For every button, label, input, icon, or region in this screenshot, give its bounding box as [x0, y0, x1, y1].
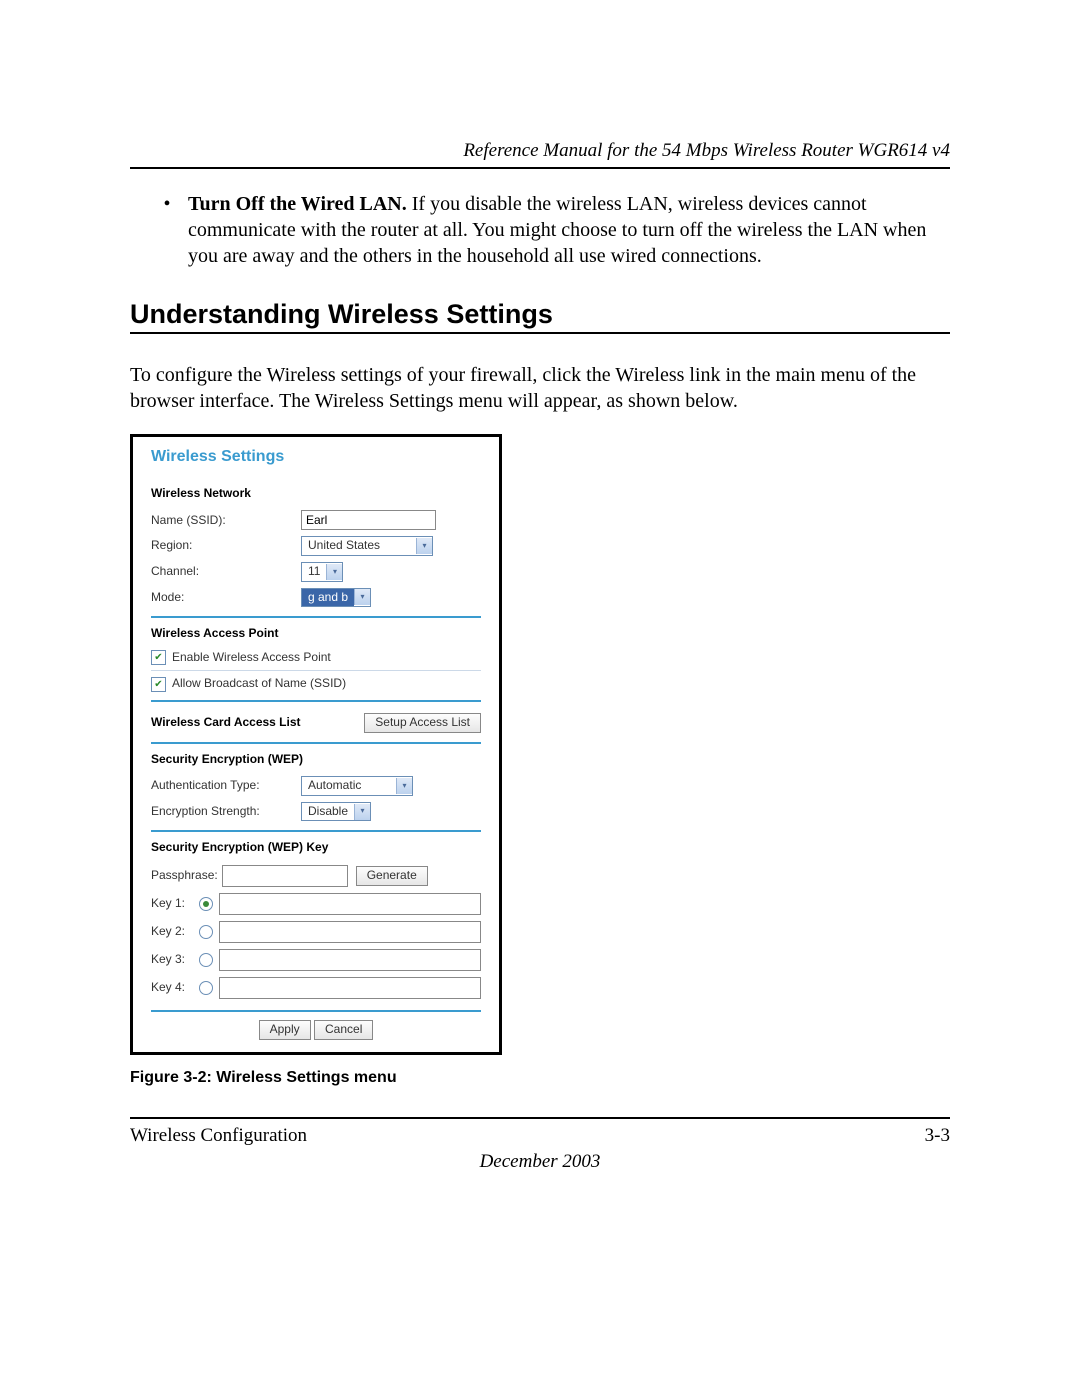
page-number: 3-3: [925, 1125, 950, 1147]
footer-section: Wireless Configuration: [130, 1125, 307, 1147]
apply-button[interactable]: Apply: [259, 1020, 311, 1040]
wireless-settings-panel: Wireless Settings Wireless Network Name …: [130, 434, 502, 1055]
passphrase-input[interactable]: [222, 865, 348, 887]
chevron-down-icon: ▾: [326, 564, 342, 580]
chevron-down-icon: ▾: [416, 538, 432, 554]
generate-button[interactable]: Generate: [356, 866, 428, 886]
auth-value: Automatic: [302, 777, 396, 795]
passphrase-label: Passphrase:: [151, 868, 218, 884]
wep-heading: Security Encryption (WEP): [151, 752, 481, 768]
chevron-down-icon: ▾: [396, 778, 412, 794]
key2-radio[interactable]: [199, 925, 213, 939]
bullet-text: Turn Off the Wired LAN. If you disable t…: [188, 191, 950, 269]
key2-label: Key 2:: [151, 924, 193, 940]
cancel-button[interactable]: Cancel: [314, 1020, 373, 1040]
strength-value: Disable: [302, 803, 354, 821]
region-value: United States: [302, 537, 416, 555]
auth-label: Authentication Type:: [151, 778, 301, 794]
broadcast-checkbox[interactable]: ✔: [151, 677, 166, 692]
key3-radio[interactable]: [199, 953, 213, 967]
wepkey-heading: Security Encryption (WEP) Key: [151, 840, 481, 856]
auth-select[interactable]: Automatic ▾: [301, 776, 413, 796]
strength-label: Encryption Strength:: [151, 804, 301, 820]
key1-input[interactable]: [219, 893, 481, 915]
key1-radio[interactable]: [199, 897, 213, 911]
setup-access-list-button[interactable]: Setup Access List: [364, 713, 481, 733]
key1-label: Key 1:: [151, 896, 193, 912]
ap-heading: Wireless Access Point: [151, 626, 481, 642]
region-select[interactable]: United States ▾: [301, 536, 433, 556]
enable-ap-label: Enable Wireless Access Point: [172, 650, 331, 666]
bullet-item: • Turn Off the Wired LAN. If you disable…: [160, 191, 950, 269]
enable-ap-checkbox[interactable]: ✔: [151, 650, 166, 665]
key4-input[interactable]: [219, 977, 481, 999]
broadcast-label: Allow Broadcast of Name (SSID): [172, 676, 346, 692]
acl-heading: Wireless Card Access List: [151, 715, 364, 731]
mode-label: Mode:: [151, 590, 301, 606]
key3-label: Key 3:: [151, 952, 193, 968]
bullet-lead: Turn Off the Wired LAN.: [188, 193, 407, 215]
channel-label: Channel:: [151, 564, 301, 580]
channel-value: 11: [302, 563, 326, 581]
figure-caption: Figure 3-2: Wireless Settings menu: [130, 1069, 950, 1087]
mode-select[interactable]: g and b ▾: [301, 588, 371, 608]
panel-title: Wireless Settings: [151, 447, 481, 468]
footer: Wireless Configuration 3-3 December 2003: [130, 1117, 950, 1173]
chevron-down-icon: ▾: [354, 804, 370, 820]
chevron-down-icon: ▾: [354, 589, 370, 605]
channel-select[interactable]: 11 ▾: [301, 562, 343, 582]
key2-input[interactable]: [219, 921, 481, 943]
ssid-label: Name (SSID):: [151, 513, 301, 529]
key4-label: Key 4:: [151, 980, 193, 996]
figure-wrapper: Wireless Settings Wireless Network Name …: [130, 434, 950, 1087]
key4-radio[interactable]: [199, 981, 213, 995]
ssid-input[interactable]: [301, 510, 436, 530]
footer-date: December 2003: [130, 1151, 950, 1173]
region-label: Region:: [151, 538, 301, 554]
intro-paragraph: To configure the Wireless settings of yo…: [130, 362, 950, 414]
section-heading: Understanding Wireless Settings: [130, 299, 950, 334]
running-header: Reference Manual for the 54 Mbps Wireles…: [130, 140, 950, 169]
key3-input[interactable]: [219, 949, 481, 971]
strength-select[interactable]: Disable ▾: [301, 802, 371, 822]
mode-value: g and b: [302, 589, 354, 607]
network-heading: Wireless Network: [151, 486, 481, 502]
bullet-marker: •: [160, 191, 174, 269]
